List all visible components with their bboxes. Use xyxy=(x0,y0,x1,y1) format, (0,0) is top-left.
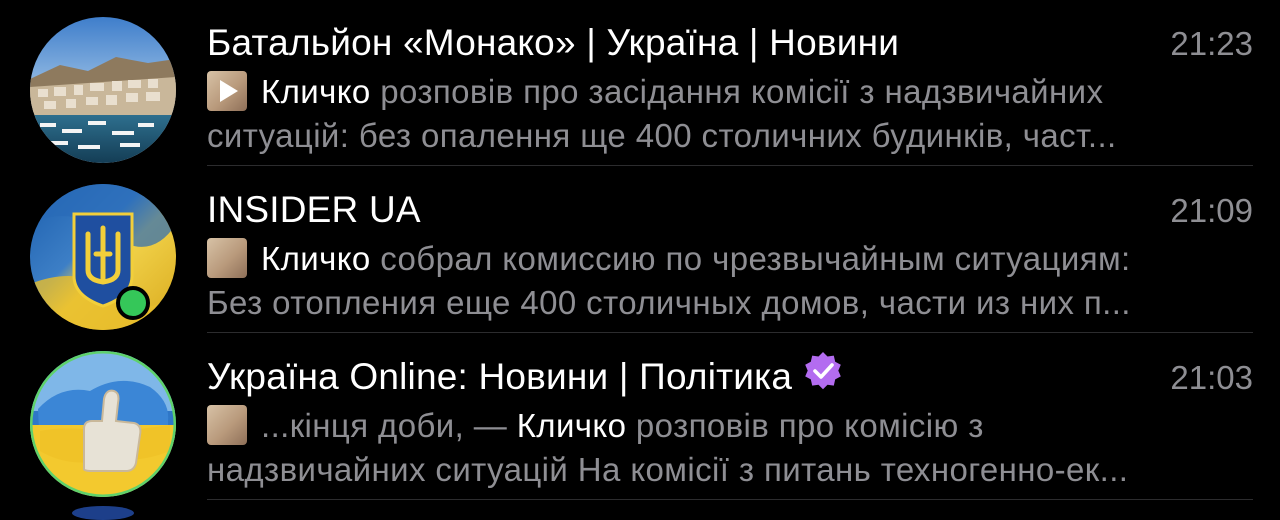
video-thumbnail-icon xyxy=(207,405,247,446)
preview-highlight: Кличко xyxy=(261,73,371,110)
chat-title-text: Україна Online: Новини | Політика xyxy=(207,356,793,397)
message-preview: Кличко розповів про засідання комісії з … xyxy=(207,70,1247,158)
row-separator xyxy=(207,165,1253,166)
preview-line-2: ситуацій: без опалення ще 400 столичних … xyxy=(207,117,1117,154)
channel-avatar[interactable] xyxy=(30,17,176,163)
chat-row-ukraina-online[interactable]: Україна Online: Новини | Політика 21:03 … xyxy=(0,334,1280,500)
message-preview: ...кінця доби, — Кличко розповів про ком… xyxy=(207,404,1247,492)
chat-title-text: INSIDER UA xyxy=(207,189,421,230)
verified-badge-icon xyxy=(802,350,844,403)
chat-title-text: Батальйон «Монако» | Україна | Новини xyxy=(207,22,900,63)
message-time: 21:03 xyxy=(1170,359,1253,396)
message-time: 21:09 xyxy=(1170,192,1253,229)
chat-row-batalyon-monako[interactable]: Батальйон «Монако» | Україна | Новини 21… xyxy=(0,0,1280,166)
video-thumbnail-icon xyxy=(207,238,247,279)
next-chat-avatar-partial[interactable] xyxy=(72,506,134,520)
preview-line-2: Без отопления еще 400 столичных домов, ч… xyxy=(207,284,1131,321)
thumbs-up-ukraine-map-avatar xyxy=(30,351,176,497)
preview-line-1: ...кінця доби, — Кличко розповів про ком… xyxy=(207,404,1247,448)
play-icon xyxy=(220,80,238,103)
chat-title: INSIDER UA xyxy=(207,187,421,233)
preview-text: розповів про засідання комісії з надзвич… xyxy=(370,73,1104,110)
chat-list: Батальйон «Монако» | Україна | Новини 21… xyxy=(0,0,1280,520)
online-status-dot xyxy=(116,286,150,320)
message-time: 21:23 xyxy=(1170,25,1253,62)
preview-text: собрал комиссию по чрезвычайным ситуация… xyxy=(370,240,1131,277)
channel-avatar[interactable] xyxy=(30,184,176,330)
message-preview: Кличко собрал комиссию по чрезвычайным с… xyxy=(207,237,1247,325)
chat-title: Батальйон «Монако» | Україна | Новини xyxy=(207,20,899,66)
video-thumbnail-icon xyxy=(207,71,247,112)
monaco-harbor-photo xyxy=(30,17,176,163)
preview-prefix: ...кінця доби, — xyxy=(261,407,517,444)
chat-row-insider-ua[interactable]: INSIDER UA 21:09 Кличко собрал комиссию … xyxy=(0,167,1280,333)
ukraine-trident-flag-avatar xyxy=(30,184,176,330)
channel-avatar[interactable] xyxy=(30,351,176,497)
preview-line-2: надзвичайних ситуацій На комісії з питан… xyxy=(207,451,1129,488)
preview-highlight: Кличко xyxy=(261,240,371,277)
chat-title: Україна Online: Новини | Політика xyxy=(207,351,844,403)
row-separator xyxy=(207,332,1253,333)
row-separator xyxy=(207,499,1253,500)
preview-line-1: Кличко розповів про засідання комісії з … xyxy=(207,70,1247,114)
preview-text: розповів про комісію з xyxy=(626,407,984,444)
preview-line-1: Кличко собрал комиссию по чрезвычайным с… xyxy=(207,237,1247,281)
preview-highlight: Кличко xyxy=(516,407,627,444)
